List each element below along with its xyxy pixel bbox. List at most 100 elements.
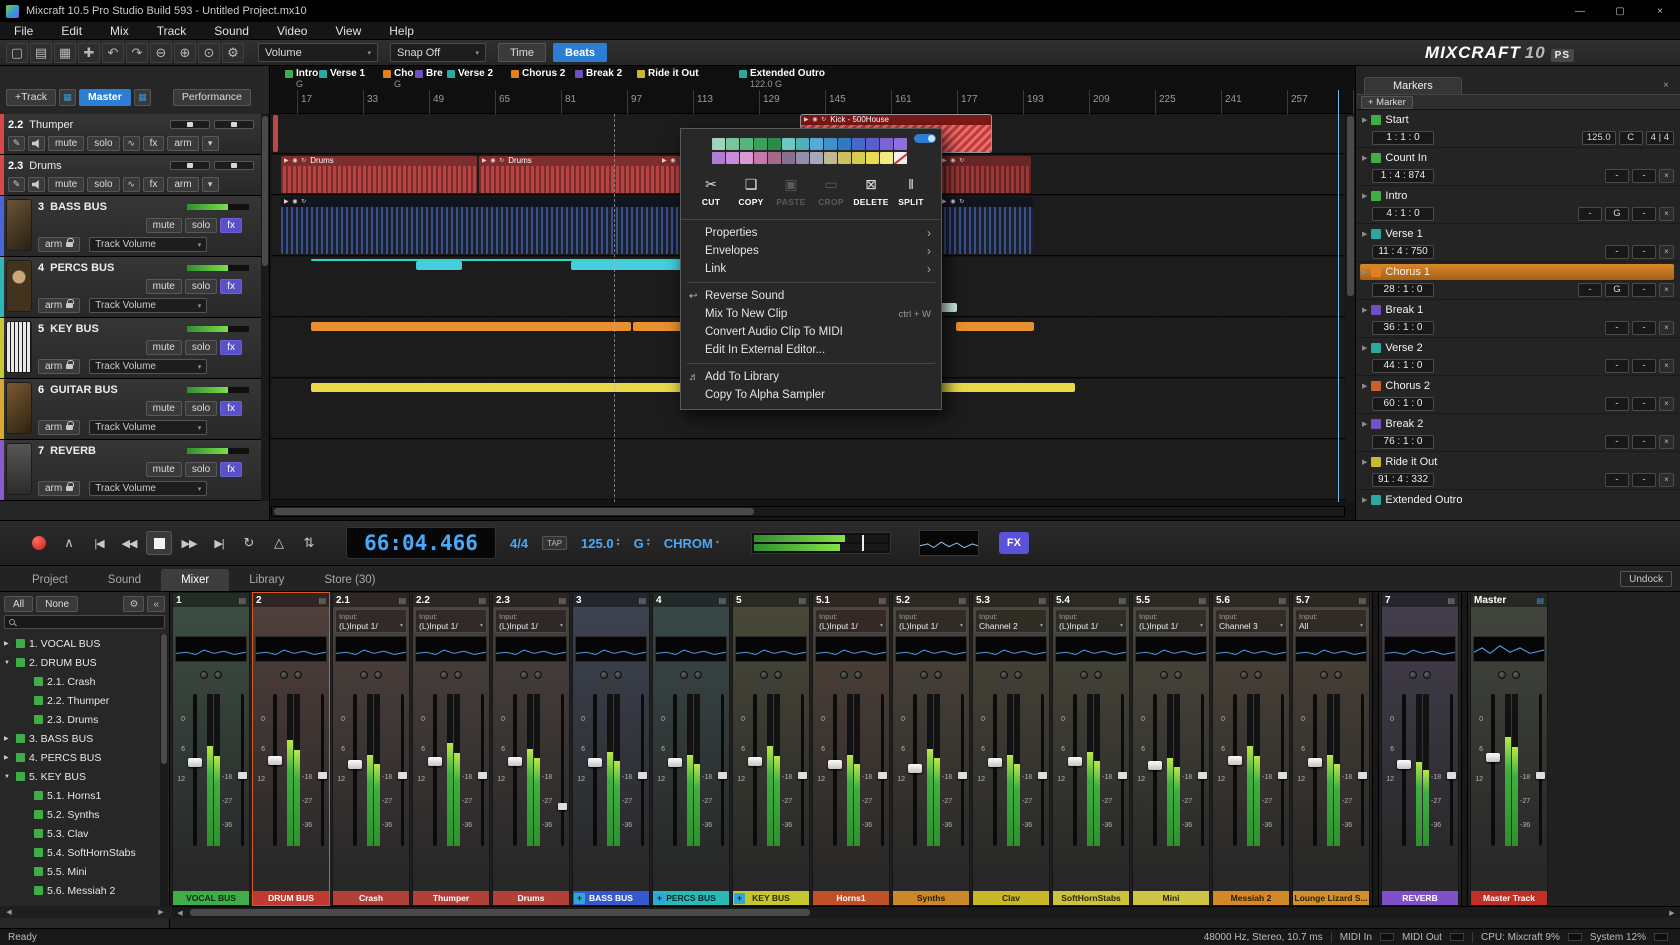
add-marker-button[interactable]: + Marker: [1361, 96, 1413, 109]
channel-menu-icon[interactable]: ▤: [798, 596, 806, 605]
marker-field[interactable]: -: [1578, 207, 1602, 221]
slider-knob[interactable]: [928, 135, 935, 142]
send-knob[interactable]: [1423, 671, 1431, 679]
fader-handle[interactable]: [508, 757, 522, 766]
clip[interactable]: ▶ ◉ ↻: [939, 156, 1031, 193]
color-swatch[interactable]: [796, 152, 809, 164]
volume-fader[interactable]: [1485, 694, 1501, 846]
marker-field[interactable]: -: [1605, 397, 1629, 411]
menu-file[interactable]: File: [0, 22, 47, 40]
marker-extended-outro[interactable]: ▶Extended Outro: [1356, 490, 1680, 520]
send-knob[interactable]: [1094, 671, 1102, 679]
solo-button[interactable]: solo: [185, 462, 217, 477]
marker-position[interactable]: 36 : 1 : 0: [1372, 321, 1434, 335]
open-project-icon[interactable]: ▤: [30, 43, 52, 63]
beats-mode-button[interactable]: Beats: [553, 43, 607, 62]
marker-play-icon[interactable]: ▶: [1362, 116, 1367, 124]
input-selector[interactable]: Input:(L)Input 1/▾: [1055, 609, 1127, 633]
mixer-track-item-5-3-clav[interactable]: 5.3. Clav: [0, 824, 160, 843]
fader-handle[interactable]: [1068, 757, 1082, 766]
rewind-button[interactable]: ◀◀: [116, 531, 142, 555]
marker-field[interactable]: -: [1605, 245, 1629, 259]
send-knob[interactable]: [694, 671, 702, 679]
color-swatch[interactable]: [726, 138, 739, 150]
fx-button[interactable]: fx: [220, 401, 242, 416]
track-header-6[interactable]: 6GUITAR BUSmutesolofxarmTrack Volume▾: [0, 379, 262, 440]
add-track-button[interactable]: +Track: [6, 89, 56, 106]
fx-button[interactable]: fx: [143, 177, 165, 192]
clip[interactable]: [273, 115, 278, 152]
menu-item-convert-audio-clip-to-midi[interactable]: Convert Audio Clip To MIDI: [681, 323, 941, 341]
tab-sound[interactable]: Sound: [88, 569, 161, 591]
zoom-in-icon[interactable]: ⊕: [174, 43, 196, 63]
send-knob[interactable]: [1014, 671, 1022, 679]
send-fader[interactable]: [958, 694, 968, 846]
volume-fader[interactable]: [427, 694, 443, 846]
track-header-4[interactable]: 4PERCS BUSmutesolofxarmTrack Volume▾: [0, 257, 262, 318]
send-knob[interactable]: [1334, 671, 1342, 679]
punch-toggle-button[interactable]: ∧: [56, 531, 82, 555]
filter-none-button[interactable]: None: [36, 596, 78, 612]
marker-delete-button[interactable]: ×: [1659, 245, 1674, 259]
sidebar-hscrollbar[interactable]: ◀▶: [0, 906, 170, 918]
maximize-button[interactable]: ▢: [1600, 0, 1640, 22]
channel-strip-5-5[interactable]: 5.5▤Input:(L)Input 1/▾0612-18-27-36Mini: [1132, 592, 1210, 906]
volume-fader[interactable]: [1396, 694, 1412, 846]
section-marker-verse-2[interactable]: Verse 2: [447, 68, 493, 79]
clip[interactable]: [956, 322, 1034, 331]
fx-button[interactable]: fx: [220, 340, 242, 355]
color-swatch[interactable]: [838, 152, 851, 164]
go-to-end-button[interactable]: ▶|: [206, 531, 232, 555]
channel-strip-5-6[interactable]: 5.6▤Input:Channel 3▾0612-18-27-36Messiah…: [1212, 592, 1290, 906]
time-display[interactable]: 66:04.466: [346, 527, 496, 559]
marker-field[interactable]: 4 | 4: [1646, 131, 1674, 145]
marker-field[interactable]: G: [1605, 283, 1629, 297]
channel-strip-master[interactable]: Master▤0612-18-27-36Master Track: [1470, 592, 1548, 906]
arm-button[interactable]: arm: [38, 298, 80, 313]
marker-play-icon[interactable]: ▶: [1362, 458, 1367, 466]
menu-item-properties[interactable]: Properties›: [681, 224, 941, 242]
tab-mixer[interactable]: Mixer: [161, 569, 229, 591]
menu-opacity-slider[interactable]: [914, 134, 936, 143]
menu-item-link[interactable]: Link›: [681, 260, 941, 278]
pan-mini-slider[interactable]: [214, 161, 254, 170]
color-swatch[interactable]: [754, 152, 767, 164]
marker-play-icon[interactable]: ▶: [1362, 154, 1367, 162]
automation-type-dropdown[interactable]: Volume▾: [258, 43, 378, 62]
mini-fader-handle[interactable]: [1358, 772, 1367, 779]
section-marker-ride-it-out[interactable]: Ride it Out: [637, 68, 699, 79]
menu-edit[interactable]: Edit: [47, 22, 96, 40]
mute-button[interactable]: mute: [146, 340, 182, 355]
marker-field[interactable]: -: [1632, 169, 1656, 183]
send-fader[interactable]: [398, 694, 408, 846]
time-mode-button[interactable]: Time: [498, 43, 546, 62]
clip[interactable]: [311, 383, 739, 392]
monitor-icon[interactable]: [28, 177, 45, 192]
track-header-2-2[interactable]: 2.2Thumper✎mutesolo∿fxarm▾: [0, 114, 262, 155]
automation-icon[interactable]: ∿: [123, 177, 140, 192]
clip[interactable]: ▶ ◉ ↻: [939, 197, 1033, 254]
mini-fader-handle[interactable]: [1278, 772, 1287, 779]
send-fader[interactable]: [798, 694, 808, 846]
expand-icon[interactable]: ▾: [202, 136, 219, 151]
gain-mini-slider[interactable]: [170, 120, 210, 129]
color-swatch[interactable]: [768, 138, 781, 150]
menu-item-add-to-library[interactable]: ♬Add To Library: [681, 368, 941, 386]
channel-strip-2-3[interactable]: 2.3▤Input:(L)Input 1/▾0612-18-27-36Drums: [492, 592, 570, 906]
color-swatch[interactable]: [824, 152, 837, 164]
track-header-2-3[interactable]: 2.3Drums✎mutesolo∿fxarm▾: [0, 155, 262, 196]
marker-play-icon[interactable]: ▶: [1362, 344, 1367, 352]
section-marker-verse-1[interactable]: Verse 1: [319, 68, 365, 79]
marker-break-2[interactable]: ▶Break 276 : 1 : 0--×: [1356, 414, 1680, 452]
mini-fader-handle[interactable]: [718, 772, 727, 779]
input-selector[interactable]: Input:(L)Input 1/▾: [1135, 609, 1207, 633]
scale-control[interactable]: CHROM▾: [664, 536, 719, 551]
marker-play-icon[interactable]: ▶: [1362, 382, 1367, 390]
marker-field[interactable]: G: [1605, 207, 1629, 221]
input-selector[interactable]: Input:(L)Input 1/▾: [415, 609, 487, 633]
menu-item-envelopes[interactable]: Envelopes›: [681, 242, 941, 260]
volume-fader[interactable]: [987, 694, 1003, 846]
stop-button[interactable]: [146, 531, 172, 555]
arm-button[interactable]: arm: [167, 136, 198, 151]
timeline-ruler[interactable]: IntroGVerse 1ChoGBreVerse 2Chorus 2Break…: [271, 66, 1355, 114]
